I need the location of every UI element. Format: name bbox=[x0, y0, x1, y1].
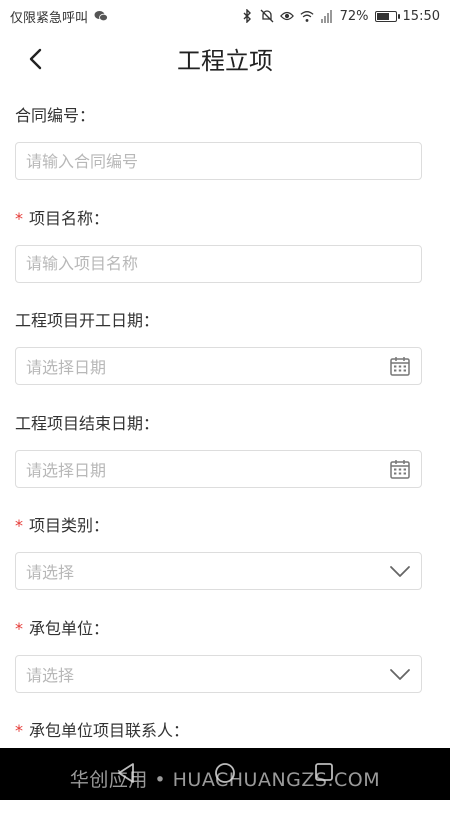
recents-square-icon[interactable] bbox=[314, 762, 334, 786]
back-button[interactable] bbox=[20, 44, 50, 74]
field-contract-no: 合同编号： bbox=[15, 104, 422, 207]
page-title: 工程立项 bbox=[177, 46, 273, 75]
end-date-picker[interactable]: 请选择日期 bbox=[15, 449, 422, 488]
field-start-date: 工程项目开工日期： 请选择日期 bbox=[15, 309, 422, 412]
status-left: 仅限紧急呼叫 bbox=[10, 7, 108, 26]
mute-icon bbox=[260, 9, 274, 23]
field-label: 合同编号： bbox=[15, 106, 96, 125]
contractor-select[interactable]: 请选择 bbox=[15, 654, 422, 693]
status-right: 72% 15:50 bbox=[240, 9, 440, 24]
field-label: * 项目名称： bbox=[15, 208, 110, 228]
project-name-input[interactable] bbox=[26, 254, 411, 273]
field-label: 工程项目结束日期： bbox=[15, 413, 160, 433]
field-label: * 承包单位项目联系人： bbox=[15, 721, 190, 740]
back-triangle-icon[interactable] bbox=[116, 762, 136, 788]
bluetooth-icon bbox=[240, 9, 254, 23]
field-contractor: * 承包单位： 请选择 bbox=[15, 617, 422, 720]
eye-icon bbox=[279, 9, 294, 23]
clock: 15:50 bbox=[402, 8, 440, 24]
required-mark: * bbox=[15, 721, 23, 740]
field-label: * 承包单位： bbox=[15, 618, 110, 638]
wechat-icon bbox=[94, 9, 108, 23]
required-mark: * bbox=[15, 516, 23, 535]
start-date-placeholder: 请选择日期 bbox=[26, 358, 107, 377]
field-label: 工程项目开工日期： bbox=[15, 311, 160, 330]
signal-icon bbox=[320, 9, 334, 23]
field-end-date: 工程项目结束日期： 请选择日期 bbox=[15, 412, 422, 515]
chevron-down-icon[interactable] bbox=[389, 663, 411, 685]
field-project-category: * 项目类别： 请选择 bbox=[15, 514, 422, 617]
required-mark: * bbox=[15, 618, 23, 638]
field-label: * 项目类别： bbox=[15, 516, 110, 535]
carrier-text: 仅限紧急呼叫 bbox=[10, 10, 89, 26]
system-nav-bar bbox=[0, 748, 450, 800]
contract-no-input[interactable] bbox=[26, 151, 411, 171]
required-mark: * bbox=[15, 208, 23, 228]
calendar-icon[interactable] bbox=[389, 355, 411, 377]
wifi-icon bbox=[300, 9, 314, 23]
field-project-name: * 项目名称： bbox=[15, 207, 422, 310]
project-name-input-box[interactable] bbox=[15, 244, 422, 283]
battery-percent: 72% bbox=[339, 8, 369, 24]
battery-icon bbox=[374, 10, 400, 22]
nav-bar: 工程立项 bbox=[0, 32, 450, 84]
chevron-left-icon bbox=[29, 48, 42, 70]
chevron-down-icon[interactable] bbox=[389, 560, 411, 582]
contractor-placeholder: 请选择 bbox=[26, 665, 75, 685]
battery-level bbox=[376, 12, 389, 20]
project-category-select[interactable]: 请选择 bbox=[15, 552, 422, 590]
status-bar: 仅限紧急呼叫 72% 15:50 bbox=[0, 0, 450, 32]
calendar-icon[interactable] bbox=[389, 458, 411, 480]
end-date-placeholder: 请选择日期 bbox=[26, 460, 107, 480]
contract-no-input-box[interactable] bbox=[15, 142, 422, 180]
project-form: 合同编号： *项目名称： 工程项目开工日期： 请选择日期 工程项目结束日期： 请… bbox=[15, 104, 422, 822]
project-category-placeholder: 请选择 bbox=[26, 563, 75, 582]
home-circle-icon[interactable] bbox=[214, 762, 236, 788]
start-date-picker[interactable]: 请选择日期 bbox=[15, 347, 422, 385]
